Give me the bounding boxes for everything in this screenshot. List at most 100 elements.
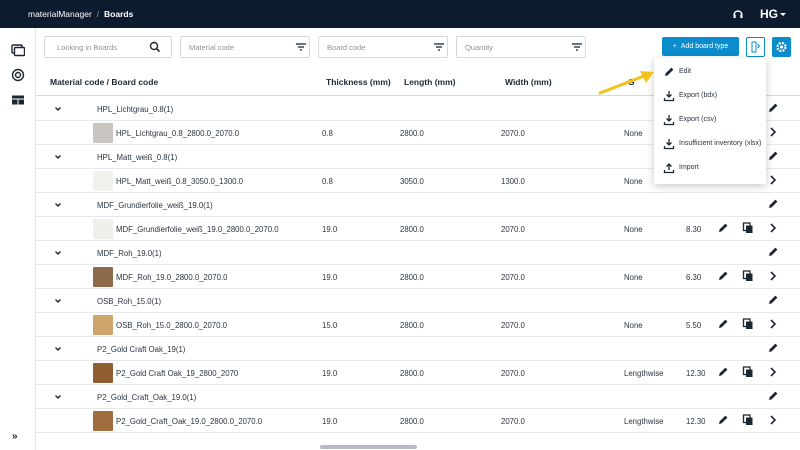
filter-icon[interactable] bbox=[571, 41, 583, 53]
thickness-value: 19.0 bbox=[322, 225, 338, 234]
chevron-down-icon[interactable] bbox=[54, 153, 62, 161]
breadcrumb-separator: / bbox=[96, 9, 100, 19]
sidebar: » bbox=[0, 28, 36, 450]
menu-item-export-csv[interactable]: Export (csv) bbox=[654, 108, 766, 132]
quantity-placeholder: Quantity bbox=[465, 43, 493, 52]
length-value: 2800.0 bbox=[400, 369, 424, 378]
edit-board-icon[interactable] bbox=[717, 222, 729, 234]
search-field[interactable]: Looking in Boards bbox=[44, 36, 172, 58]
table-row[interactable]: OSB_Roh_15.0_2800.0_2070.0 15.0 2800.0 2070… bbox=[36, 313, 800, 337]
table-row[interactable]: MDF_Roh_19.0_2800.0_2070.0 19.0 2800.0 2070… bbox=[36, 265, 800, 289]
thickness-value: 15.0 bbox=[322, 321, 338, 330]
quantity-value: 5.50 bbox=[686, 321, 702, 330]
download-icon bbox=[663, 91, 675, 102]
menu-item-export-bdx[interactable]: Export (bdx) bbox=[654, 84, 766, 108]
thickness-value: 19.0 bbox=[322, 369, 338, 378]
top-bar: materialManager / Boards HG bbox=[0, 0, 800, 28]
gear-icon bbox=[776, 41, 787, 53]
headset-icon[interactable] bbox=[732, 8, 744, 20]
edit-group-icon[interactable] bbox=[767, 390, 779, 402]
homag-logo-icon[interactable]: HG bbox=[760, 7, 786, 21]
material-code-filter[interactable]: Material code bbox=[180, 36, 310, 58]
edit-board-icon[interactable] bbox=[717, 318, 729, 330]
copy-icon[interactable] bbox=[742, 414, 754, 426]
grain-value: None bbox=[624, 321, 643, 330]
chevron-down-icon[interactable] bbox=[54, 345, 62, 353]
storage-nav-icon[interactable] bbox=[11, 93, 25, 107]
chevron-down-icon[interactable] bbox=[54, 201, 62, 209]
edit-group-icon[interactable] bbox=[767, 246, 779, 258]
chevron-right-icon[interactable] bbox=[767, 126, 779, 138]
board-code-filter[interactable]: Board code bbox=[318, 36, 448, 58]
chevron-down-icon[interactable] bbox=[54, 105, 62, 113]
settings-button[interactable] bbox=[772, 37, 791, 57]
chevron-right-icon[interactable] bbox=[767, 222, 779, 234]
width-value: 2070.0 bbox=[501, 321, 525, 330]
edit-group-icon[interactable] bbox=[767, 102, 779, 114]
header-thickness[interactable]: Thickness (mm) bbox=[326, 77, 391, 87]
boards-nav-icon[interactable] bbox=[11, 43, 25, 57]
thickness-value: 19.0 bbox=[322, 273, 338, 282]
width-value: 2070.0 bbox=[501, 417, 525, 426]
copy-icon[interactable] bbox=[742, 366, 754, 378]
width-value: 1300.0 bbox=[501, 177, 525, 186]
filter-icon[interactable] bbox=[433, 41, 445, 53]
length-value: 2800.0 bbox=[400, 273, 424, 282]
table-row[interactable]: P2_Gold Craft Oak_19_2800_2070 19.0 2800.0… bbox=[36, 361, 800, 385]
edgeband-nav-icon[interactable] bbox=[11, 68, 25, 82]
group-row: MDF_Roh_19.0(1) bbox=[36, 241, 800, 265]
menu-item-edit[interactable]: Edit bbox=[654, 60, 766, 84]
copy-icon[interactable] bbox=[742, 270, 754, 282]
board-thumbnail bbox=[93, 219, 113, 239]
edit-board-icon[interactable] bbox=[717, 366, 729, 378]
board-code: OSB_Roh_15.0_2800.0_2070.0 bbox=[116, 321, 227, 330]
menu-item-import[interactable]: Import bbox=[654, 156, 766, 180]
table-row[interactable]: MDF_Grundierfolie_weiß_19.0_2800.0_2070.… bbox=[36, 217, 800, 241]
group-name: MDF_Roh_19.0(1) bbox=[97, 249, 162, 258]
table-row[interactable]: P2_Gold_Craft_Oak_19.0_2800.0_2070.0 19.0… bbox=[36, 409, 800, 433]
chevron-right-icon[interactable] bbox=[767, 174, 779, 186]
group-name: HPL_Lichtgrau_0.8(1) bbox=[97, 105, 174, 114]
copy-icon[interactable] bbox=[742, 318, 754, 330]
chevron-right-icon[interactable] bbox=[767, 318, 779, 330]
group-name: P2_Gold_Craft_Oak_19.0(1) bbox=[97, 393, 197, 402]
board-code: MDF_Grundierfolie_weiß_19.0_2800.0_2070.… bbox=[116, 225, 279, 234]
grain-value: None bbox=[624, 177, 643, 186]
edit-group-icon[interactable] bbox=[767, 198, 779, 210]
annotation-arrow-icon bbox=[598, 71, 654, 95]
grain-value: Lengthwise bbox=[624, 369, 664, 378]
width-value: 2070.0 bbox=[501, 129, 525, 138]
header-width[interactable]: Width (mm) bbox=[505, 77, 552, 87]
edit-group-icon[interactable] bbox=[767, 294, 779, 306]
horizontal-scrollbar[interactable] bbox=[320, 445, 417, 449]
edit-group-icon[interactable] bbox=[767, 342, 779, 354]
edit-group-icon[interactable] bbox=[767, 150, 779, 162]
add-board-type-button[interactable]: + Add board type bbox=[662, 37, 739, 56]
chevron-right-icon[interactable] bbox=[767, 414, 779, 426]
header-material-code[interactable]: Material code / Board code bbox=[50, 77, 158, 87]
column-settings-button[interactable] bbox=[746, 37, 765, 57]
chevron-right-icon[interactable] bbox=[767, 270, 779, 282]
expand-sidebar-icon[interactable]: » bbox=[12, 431, 18, 442]
header-length[interactable]: Length (mm) bbox=[404, 77, 455, 87]
quantity-filter[interactable]: Quantity bbox=[456, 36, 586, 58]
chevron-down-icon[interactable] bbox=[54, 393, 62, 401]
menu-label-import: Import bbox=[679, 164, 699, 171]
chevron-down-icon[interactable] bbox=[54, 249, 62, 257]
chevron-down-icon[interactable] bbox=[54, 297, 62, 305]
group-name: MDF_Grundierfolie_weiß_19.0(1) bbox=[97, 201, 213, 210]
pencil-icon bbox=[665, 67, 674, 76]
material-code-placeholder: Material code bbox=[189, 43, 235, 52]
width-value: 2070.0 bbox=[501, 225, 525, 234]
copy-icon[interactable] bbox=[742, 222, 754, 234]
filter-icon[interactable] bbox=[295, 41, 307, 53]
thickness-value: 0.8 bbox=[322, 129, 333, 138]
chevron-right-icon[interactable] bbox=[767, 366, 779, 378]
edit-board-icon[interactable] bbox=[717, 270, 729, 282]
search-icon[interactable] bbox=[149, 41, 161, 53]
menu-item-insufficient-inventory[interactable]: Insufficient inventory (xlsx) bbox=[654, 132, 766, 156]
app-name[interactable]: materialManager bbox=[28, 9, 92, 19]
group-name: HPL_Matt_weiß_0.8(1) bbox=[97, 153, 178, 162]
menu-label-insufficient-inventory: Insufficient inventory (xlsx) bbox=[679, 140, 762, 147]
edit-board-icon[interactable] bbox=[717, 414, 729, 426]
